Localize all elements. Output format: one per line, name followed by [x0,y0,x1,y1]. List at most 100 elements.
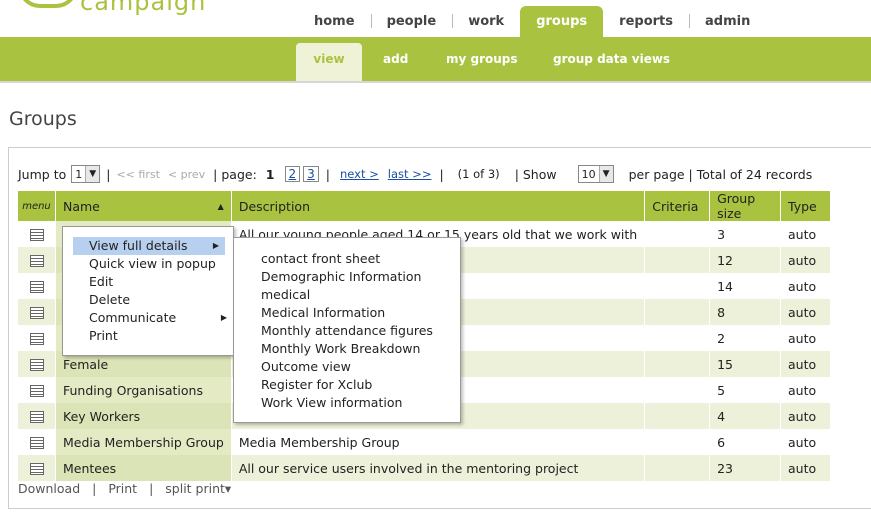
row-type: auto [780,325,831,351]
row-menu-button[interactable] [18,429,56,455]
submenu-item[interactable]: Outcome view [234,358,460,376]
nav-tab-groups[interactable]: groups [520,6,604,38]
list-icon [29,411,44,423]
row-size: 12 [709,247,781,273]
row-name[interactable]: Mentees [55,455,232,481]
row-type: auto [780,299,831,325]
menu-item-delete[interactable]: Delete [63,291,233,309]
row-description: Media Membership Group [231,429,646,455]
subnav-tab-view[interactable]: view [296,43,362,81]
subnav-tab-add[interactable]: add [383,43,408,81]
prev-page-link: < prev [167,167,206,181]
col-type-header[interactable]: Type [780,191,831,221]
show-label: | Show [514,166,557,182]
submenu-item[interactable]: Demographic Information [234,268,460,286]
view-details-submenu: contact front sheet Demographic Informat… [233,237,461,423]
menu-item-edit[interactable]: Edit [63,273,233,291]
table-header-row: menu Name ▲ Description Criteria Group si… [18,191,831,221]
menu-item-quick-view[interactable]: Quick view in popup [63,255,233,273]
col-size-header[interactable]: Group size [709,191,781,221]
page-position: (1 of 3) [457,167,500,181]
row-type: auto [780,429,831,455]
col-name-header[interactable]: Name ▲ [55,191,232,221]
row-size: 2 [709,325,781,351]
list-icon [29,307,44,319]
list-icon [29,229,44,241]
row-menu-button[interactable] [18,325,56,351]
sub-nav: view add my groups group data views [0,37,871,83]
split-print-link[interactable]: split print▾ [165,481,231,496]
row-menu-button[interactable] [18,351,56,377]
page-label: | page: [213,166,257,182]
subnav-tab-group-data-views[interactable]: group data views [553,43,670,81]
table-footer-links: Download | Print | split print▾ [18,481,232,496]
chevron-down-icon: ▼ [85,166,100,182]
submenu-arrow-icon: ▶ [212,241,219,250]
last-page-link[interactable]: last >> [388,167,432,181]
row-menu-button[interactable] [18,403,56,429]
row-criteria [644,377,711,403]
row-size: 15 [709,351,781,377]
list-icon [29,281,44,293]
menu-item-print[interactable]: Print [63,327,233,345]
first-page-link: << first [116,167,160,181]
submenu-item[interactable]: Work View information [234,394,460,412]
row-menu-button[interactable] [18,273,56,299]
row-menu-button[interactable] [18,247,56,273]
list-icon [29,255,44,267]
row-type: auto [780,247,831,273]
list-icon [29,385,44,397]
per-page-select[interactable]: 10 ▼ [577,165,614,183]
row-menu-button[interactable] [18,221,56,247]
list-icon [29,437,44,449]
next-page-link[interactable]: next > [340,167,379,181]
submenu-item[interactable]: Register for Xclub [234,376,460,394]
row-type: auto [780,221,831,247]
row-criteria [644,351,711,377]
nav-tab-home[interactable]: home [298,6,371,38]
row-type: auto [780,403,831,429]
row-description: All our service users involved in the me… [231,455,646,481]
jump-to-select[interactable]: 1 ▼ [71,165,101,183]
col-criteria-header[interactable]: Criteria [644,191,711,221]
row-criteria [644,299,711,325]
col-description-header[interactable]: Description [231,191,646,221]
nav-tab-admin[interactable]: admin [688,6,766,38]
submenu-item[interactable]: Monthly Work Breakdown [234,340,460,358]
submenu-item[interactable]: Medical Information [234,304,460,322]
col-menu-header: menu [18,191,56,221]
row-size: 4 [709,403,781,429]
row-size: 6 [709,429,781,455]
nav-tab-reports[interactable]: reports [603,6,689,38]
row-criteria [644,429,711,455]
page-3-link[interactable]: 3 [303,166,319,182]
list-icon [29,463,44,475]
row-criteria [644,455,711,481]
current-page: 1 [265,166,275,182]
menu-item-view-full-details[interactable]: View full details ▶ [73,237,225,255]
submenu-item[interactable]: contact front sheet [234,250,460,268]
row-type: auto [780,273,831,299]
row-menu-button[interactable] [18,377,56,403]
logo: campaign [80,0,207,16]
pager: Jump to 1 ▼ | << first < prev | page: 1 … [18,165,813,183]
subnav-tab-my-groups[interactable]: my groups [446,43,518,81]
nav-tab-people[interactable]: people [370,6,453,38]
list-icon [29,359,44,371]
download-link[interactable]: Download [18,481,80,496]
row-menu-button[interactable] [18,299,56,325]
menu-item-communicate[interactable]: Communicate ▶ [63,309,233,327]
row-criteria [644,325,711,351]
nav-tab-work[interactable]: work [452,6,520,38]
submenu-item[interactable]: Monthly attendance figures [234,322,460,340]
chevron-down-icon: ▼ [598,166,613,182]
row-size: 8 [709,299,781,325]
row-name[interactable]: Funding Organisations [55,377,232,403]
submenu-item[interactable]: medical [234,286,460,304]
row-menu-button[interactable] [18,455,56,481]
per-page-total: per page | Total of 24 records [628,166,813,182]
page-2-link[interactable]: 2 [284,166,301,182]
row-name[interactable]: Media Membership Group [55,429,232,455]
print-link[interactable]: Print [108,481,137,496]
row-name[interactable]: Key Workers [55,403,232,429]
